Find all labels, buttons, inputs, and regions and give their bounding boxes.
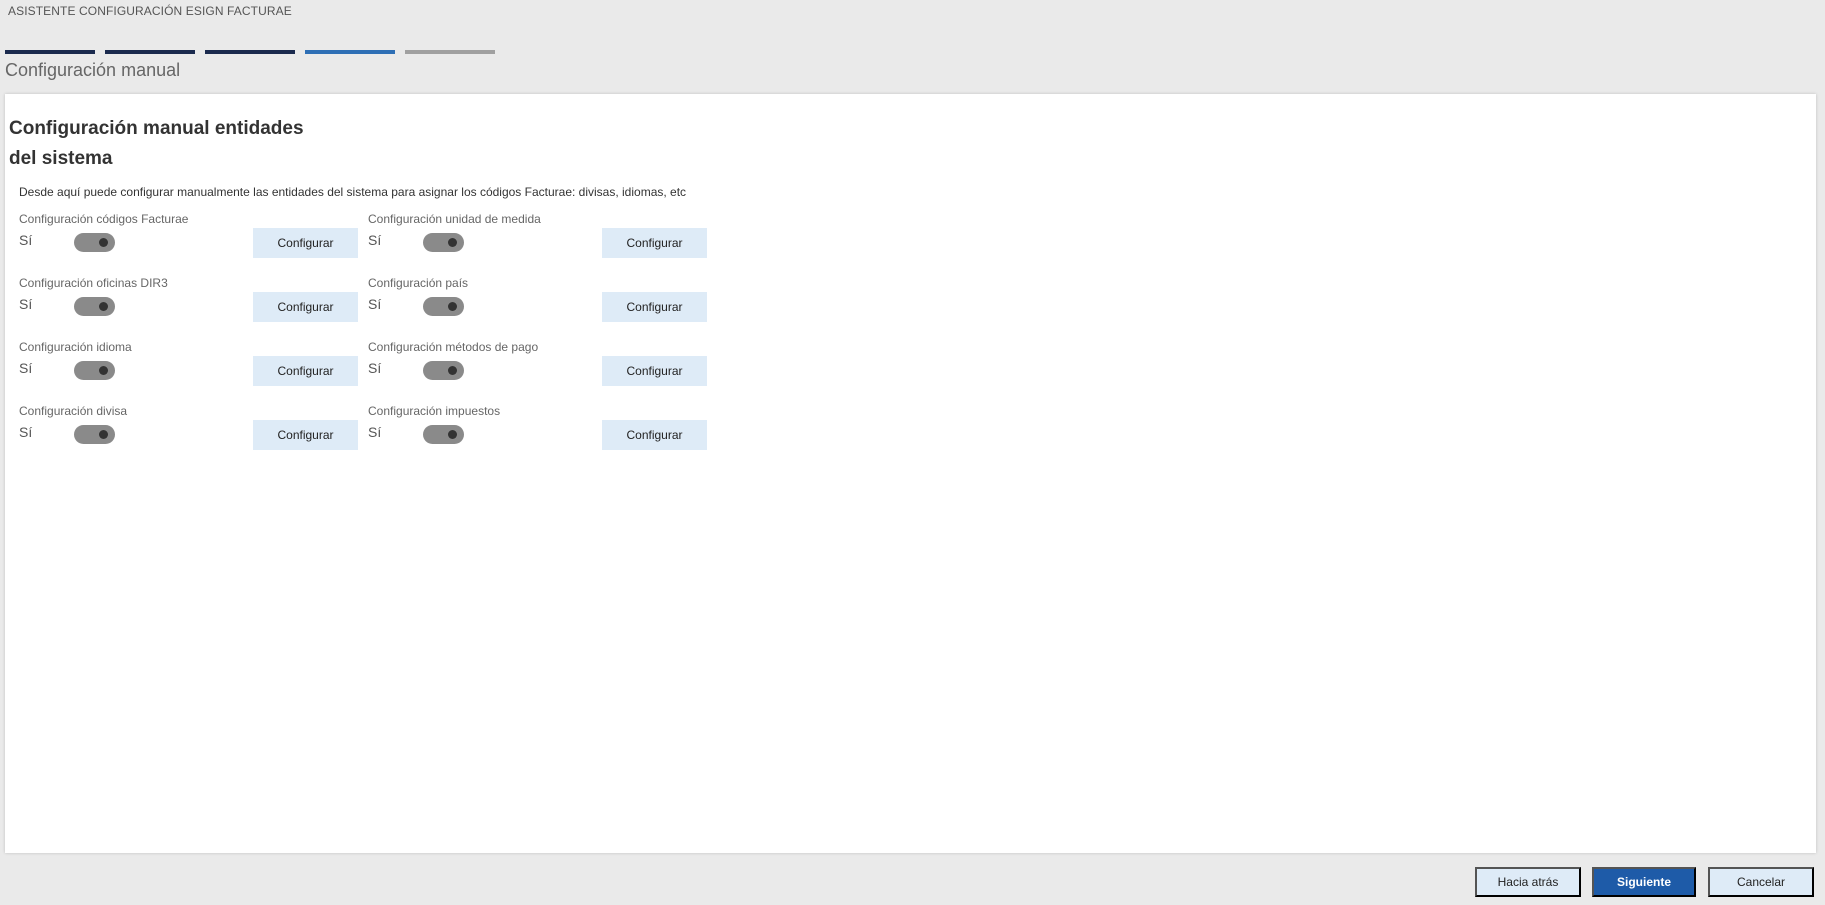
setting-toggle[interactable] xyxy=(74,233,115,252)
panel-heading: Configuración manual entidades del siste… xyxy=(9,118,304,169)
setting-toggle[interactable] xyxy=(423,361,464,380)
toggle-knob xyxy=(99,366,108,375)
progress-step-1 xyxy=(5,50,95,54)
next-button[interactable]: Siguiente xyxy=(1592,867,1696,897)
setting-item: Configuración idioma Sí Configurar xyxy=(19,340,368,386)
toggle-knob xyxy=(448,366,457,375)
toggle-knob xyxy=(99,430,108,439)
setting-item: Configuración país Sí Configurar xyxy=(368,276,717,322)
back-button[interactable]: Hacia atrás xyxy=(1475,867,1581,897)
configure-button[interactable]: Configurar xyxy=(602,228,707,258)
cancel-button[interactable]: Cancelar xyxy=(1708,867,1814,897)
setting-label: Configuración impuestos xyxy=(368,404,501,418)
setting-item: Configuración códigos Facturae Sí Config… xyxy=(19,212,368,258)
setting-toggle[interactable] xyxy=(423,233,464,252)
configure-button[interactable]: Configurar xyxy=(253,228,358,258)
setting-label: Configuración unidad de medida xyxy=(368,212,541,226)
setting-item: Configuración unidad de medida Sí Config… xyxy=(368,212,717,258)
configure-button[interactable]: Configurar xyxy=(602,420,707,450)
toggle-knob xyxy=(448,302,457,311)
setting-item: Configuración divisa Sí Configurar xyxy=(19,404,368,450)
configure-button[interactable]: Configurar xyxy=(602,292,707,322)
toggle-knob xyxy=(99,238,108,247)
setting-toggle[interactable] xyxy=(74,297,115,316)
setting-item: Configuración impuestos Sí Configurar xyxy=(368,404,717,450)
setting-label: Configuración códigos Facturae xyxy=(19,212,189,226)
setting-toggle[interactable] xyxy=(74,425,115,444)
setting-value: Sí xyxy=(19,424,33,440)
content-panel: Configuración manual entidades del siste… xyxy=(5,94,1816,853)
setting-toggle[interactable] xyxy=(423,297,464,316)
setting-label: Configuración idioma xyxy=(19,340,132,354)
setting-toggle[interactable] xyxy=(423,425,464,444)
toggle-knob xyxy=(448,430,457,439)
setting-label: Configuración divisa xyxy=(19,404,128,418)
toggle-knob xyxy=(99,302,108,311)
setting-toggle[interactable] xyxy=(74,361,115,380)
setting-value: Sí xyxy=(19,360,33,376)
progress-step-4 xyxy=(305,50,395,54)
step-title: Configuración manual xyxy=(5,60,181,80)
setting-value: Sí xyxy=(368,296,382,312)
setting-label: Configuración oficinas DIR3 xyxy=(19,276,168,290)
setting-value: Sí xyxy=(368,232,382,248)
settings-grid: Configuración códigos Facturae Sí Config… xyxy=(19,212,717,450)
configure-button[interactable]: Configurar xyxy=(602,356,707,386)
setting-value: Sí xyxy=(19,296,33,312)
setting-value: Sí xyxy=(368,424,382,440)
setting-value: Sí xyxy=(368,360,382,376)
setting-item: Configuración oficinas DIR3 Sí Configura… xyxy=(19,276,368,322)
setting-label: Configuración país xyxy=(368,276,469,290)
wizard-progress xyxy=(5,50,495,54)
progress-step-3 xyxy=(205,50,295,54)
setting-value: Sí xyxy=(19,232,33,248)
configure-button[interactable]: Configurar xyxy=(253,420,358,450)
configure-button[interactable]: Configurar xyxy=(253,356,358,386)
toggle-knob xyxy=(448,238,457,247)
progress-step-2 xyxy=(105,50,195,54)
progress-step-5 xyxy=(405,50,495,54)
panel-description: Desde aquí puede configurar manualmente … xyxy=(19,185,687,199)
configure-button[interactable]: Configurar xyxy=(253,292,358,322)
wizard-title: ASISTENTE CONFIGURACIÓN ESIGN FACTURAE xyxy=(8,4,292,18)
setting-item: Configuración métodos de pago Sí Configu… xyxy=(368,340,717,386)
setting-label: Configuración métodos de pago xyxy=(368,340,539,354)
